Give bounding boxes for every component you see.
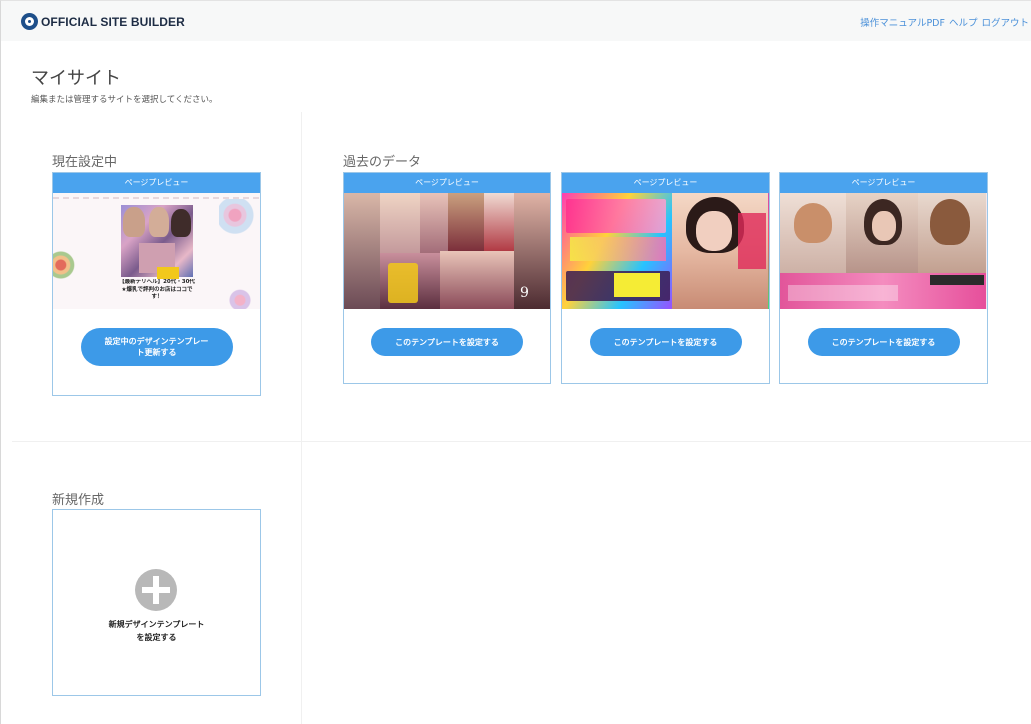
apply-template-button-1[interactable]: このテンプレートを設定する <box>371 328 523 356</box>
page-preview-link-2[interactable]: ページプレビュー <box>562 173 769 193</box>
new-section-label: 新規作成 <box>52 493 105 508</box>
manual-pdf-link[interactable]: 操作マニュアルPDF <box>860 15 945 29</box>
logout-link[interactable]: ログアウト <box>981 15 1029 29</box>
logo-text: OFFICIAL SITE BUILDER <box>41 14 185 29</box>
page-title: マイサイト <box>31 68 121 89</box>
new-template-label: 新規デザインテンプレート を設定する <box>53 618 260 644</box>
header-links: 操作マニュアルPDF ヘルプ ログアウト <box>860 15 1029 29</box>
current-template-card: ページプレビュー 【最新デリヘル】20代・30代★爆乳で評判のお店はココです！ … <box>52 172 261 396</box>
past-template-card-3: ページプレビュー このテンプレートを設定する <box>779 172 988 384</box>
page-preview-link-3[interactable]: ページプレビュー <box>780 173 987 193</box>
new-template-label-line1: 新規デザインテンプレート <box>108 620 205 629</box>
current-template-thumbnail[interactable]: 【最新デリヘル】20代・30代★爆乳で評判のお店はココです！ <box>53 193 260 309</box>
new-template-label-line2: を設定する <box>136 633 177 642</box>
top-bar: OFFICIAL SITE BUILDER 操作マニュアルPDF ヘルプ ログア… <box>1 1 1031 41</box>
past-section-label: 過去のデータ <box>343 155 422 170</box>
section-divider-horizontal <box>12 441 1031 442</box>
page-preview-link-1[interactable]: ページプレビュー <box>344 173 550 193</box>
plus-icon <box>135 569 177 611</box>
past-template-thumbnail-1[interactable]: 9 <box>344 193 550 309</box>
update-button-line2: ト更新する <box>136 348 177 357</box>
thumbnail-caption: 【最新デリヘル】20代・30代★爆乳で評判のお店はココです！ <box>119 279 195 303</box>
apply-template-button-3[interactable]: このテンプレートを設定する <box>807 328 960 356</box>
update-current-template-button[interactable]: 設定中のデザインテンプレー ト更新する <box>80 328 233 366</box>
apply-template-button-2[interactable]: このテンプレートを設定する <box>589 328 742 356</box>
page-subtitle: 編集または管理するサイトを選択してください。 <box>31 95 218 105</box>
past-template-card-2: ページプレビュー このテンプレートを設定する <box>561 172 770 384</box>
thumbnail-caption-text: 【最新デリヘル】20代・30代★爆乳で評判のお店はココです！ <box>119 279 195 300</box>
past-template-thumbnail-3[interactable] <box>780 193 987 309</box>
past-template-thumbnail-2[interactable] <box>562 193 769 309</box>
past-template-card-1: ページプレビュー 9 このテンプレートを設定する <box>343 172 551 384</box>
help-link[interactable]: ヘルプ <box>949 15 978 29</box>
section-divider-vertical <box>301 112 302 724</box>
logo-icon <box>21 13 38 30</box>
new-template-card[interactable]: 新規デザインテンプレート を設定する <box>52 509 261 696</box>
logo[interactable]: OFFICIAL SITE BUILDER <box>21 13 185 30</box>
update-button-line1: 設定中のデザインテンプレー <box>104 337 209 346</box>
current-section-label: 現在設定中 <box>52 155 118 170</box>
page-preview-link[interactable]: ページプレビュー <box>53 173 260 193</box>
